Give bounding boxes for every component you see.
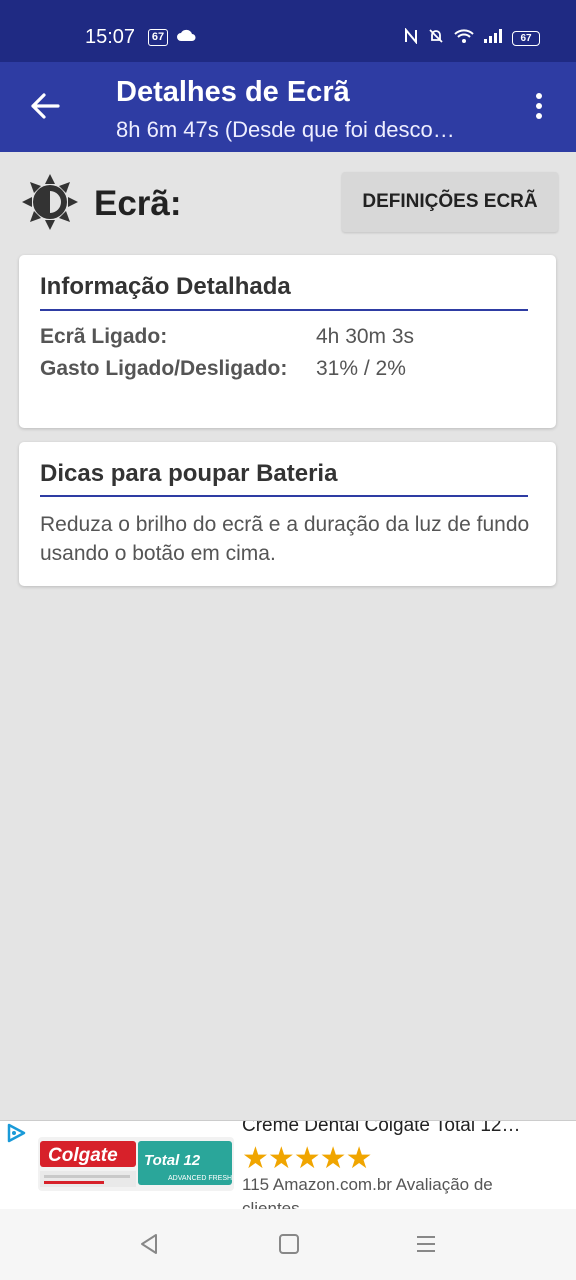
nav-menu-icon[interactable] (415, 1233, 437, 1260)
screen-label: Ecrã: (94, 184, 182, 223)
details-card-title: Informação Detalhada (40, 273, 291, 300)
detail-key: Gasto Ligado/Desligado: (40, 357, 288, 380)
page-title: Detalhes de Ecrã (116, 76, 350, 108)
tips-text: Reduza o brilho do ecrã e a duração da l… (40, 513, 530, 565)
adchoices-icon[interactable] (6, 1123, 28, 1148)
ad-brand: Colgate (48, 1145, 118, 1166)
brightness-icon (22, 174, 78, 235)
nfc-icon (404, 27, 418, 49)
back-arrow-icon[interactable] (30, 92, 60, 125)
details-divider (40, 309, 528, 311)
mute-bell-icon (428, 28, 444, 49)
nav-home-icon[interactable] (278, 1233, 300, 1260)
ad-rating-text: 115 Amazon.com.br Avaliação de clientes (242, 1175, 493, 1211)
tips-card: Dicas para poupar Bateria Reduza o brilh… (19, 442, 556, 586)
detail-value: 4h 30m 3s (316, 325, 415, 348)
nav-back-icon[interactable] (138, 1233, 160, 1260)
ad-banner[interactable]: Colgate Total 12 ADVANCED FRESH Creme De… (0, 1120, 576, 1211)
detail-row-usage: Gasto Ligado/Desligado: 31% / 2% (40, 357, 406, 381)
status-bar: 15:07 67 67 (0, 0, 576, 62)
tips-divider (40, 495, 528, 497)
ad-rating-stars: ★★★★★ (242, 1142, 372, 1175)
ad-product-text: Total 12 (144, 1152, 201, 1169)
screen-settings-button[interactable]: DEFINIÇÕES ECRÃ (342, 172, 558, 232)
detail-value: 31% / 2% (316, 357, 406, 380)
more-options-icon[interactable] (532, 92, 546, 127)
battery-icon: 67 (512, 31, 540, 46)
cloud-icon (176, 28, 196, 47)
ad-title[interactable]: Creme Dental Colgate Total 12… (242, 1121, 520, 1137)
status-time: 15:07 (85, 26, 136, 48)
signal-icon (484, 29, 502, 48)
detail-row-screen-on: Ecrã Ligado: 4h 30m 3s (40, 325, 414, 349)
ad-product-image[interactable]: Colgate Total 12 ADVANCED FRESH (38, 1135, 234, 1195)
details-card: Informação Detalhada Ecrã Ligado: 4h 30m … (19, 255, 556, 428)
detail-key: Ecrã Ligado: (40, 325, 168, 348)
ad-badge: ADVANCED FRESH (168, 1175, 232, 1182)
wifi-icon (454, 28, 474, 49)
system-nav-bar (0, 1209, 576, 1280)
tips-card-title: Dicas para poupar Bateria (40, 460, 338, 487)
page-subtitle: 8h 6m 47s (Desde que foi desco… (116, 117, 455, 142)
notification-badge: 67 (148, 29, 168, 46)
app-bar: Detalhes de Ecrã 8h 6m 47s (Desde que fo… (0, 62, 576, 152)
